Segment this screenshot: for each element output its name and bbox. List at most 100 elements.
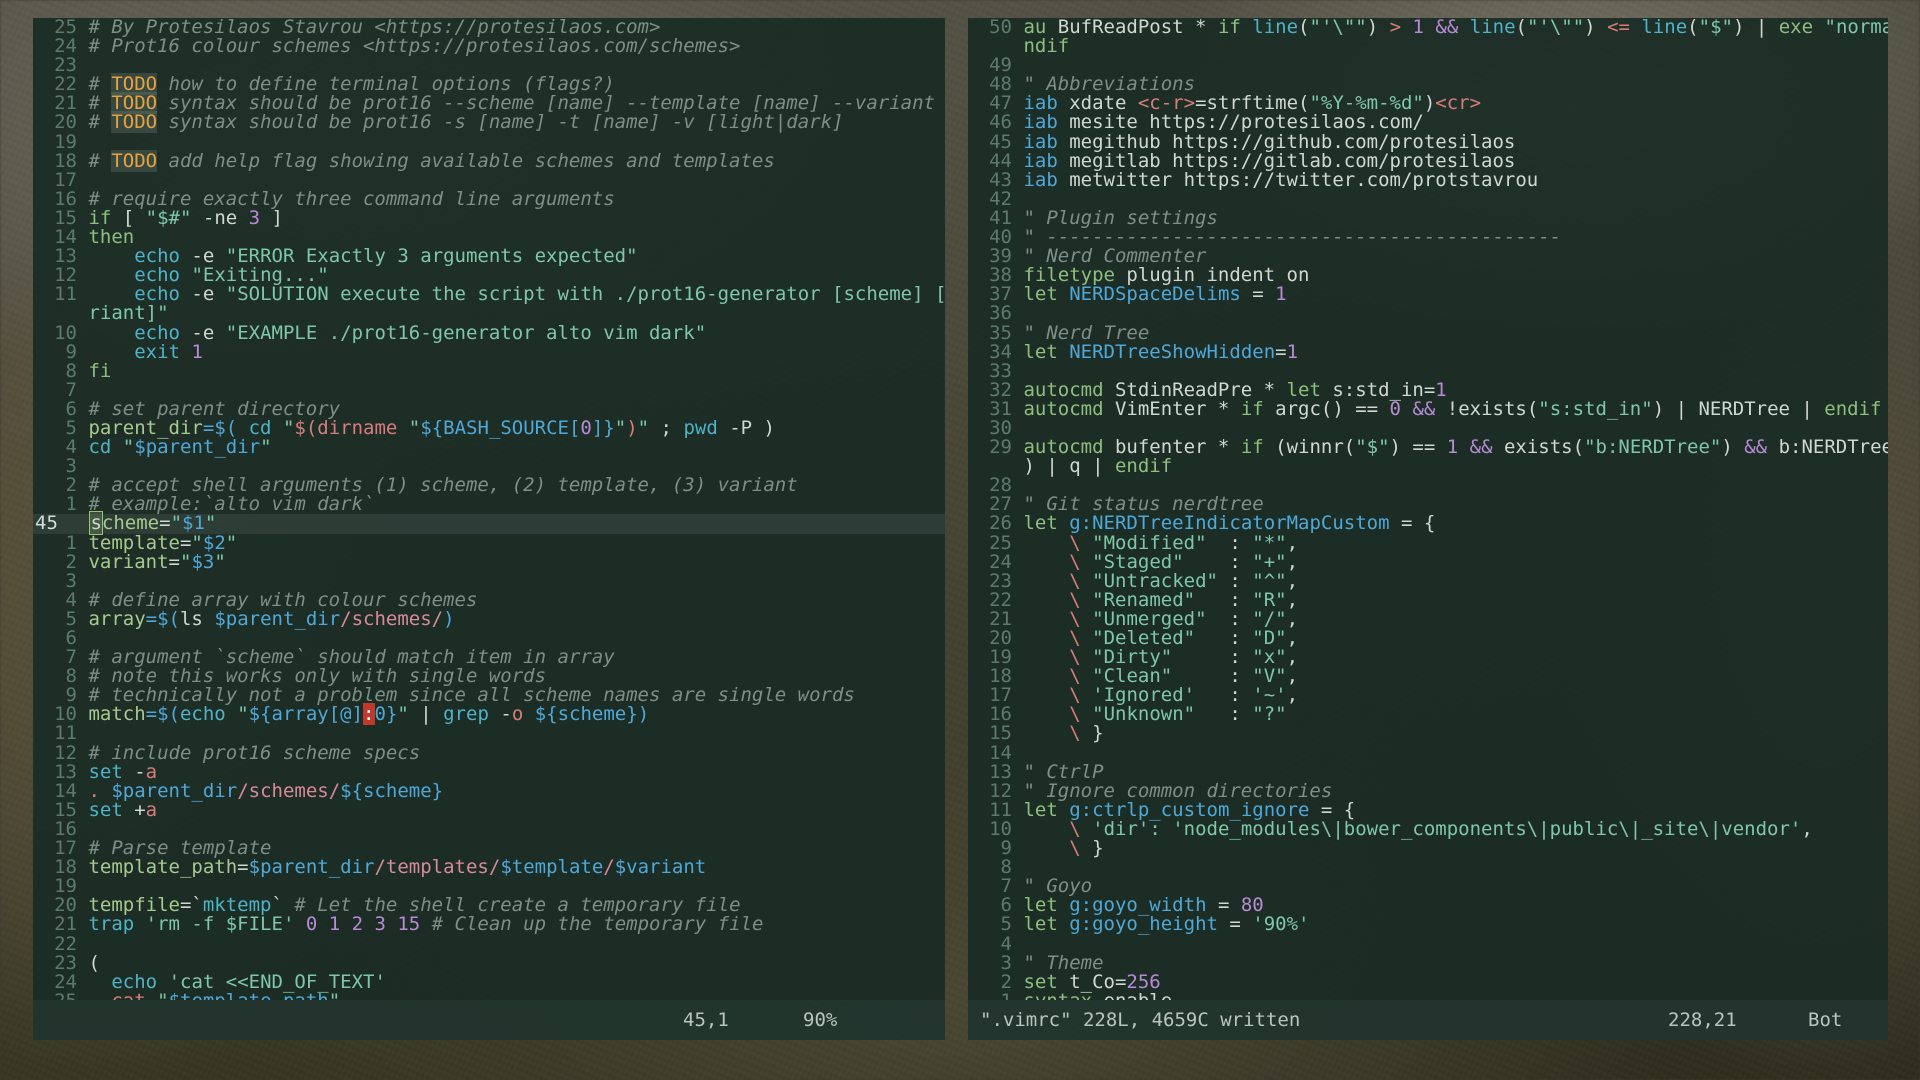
code-token: 'rm -f $FILE'	[145, 913, 295, 936]
line-number: 34	[989, 340, 1012, 363]
editor-line[interactable]: 18 # TODO add help flag showing availabl…	[33, 149, 945, 172]
code-token: "EXAMPLE ./prot16-generator alto vim dar…	[225, 321, 707, 344]
editor-line[interactable]: ) | q | endif	[968, 457, 1888, 476]
code-token: (	[1298, 18, 1310, 38]
editor-line[interactable]: 8 fi	[33, 361, 945, 381]
code-token: (	[1515, 18, 1527, 38]
line-number: 14	[989, 741, 1012, 764]
line-number: 13	[989, 760, 1012, 783]
editor-line[interactable]: 14	[968, 741, 1888, 764]
editor-line[interactable]: 43 iab metwitter https://twitter.com/pro…	[968, 170, 1888, 190]
line-number: 20	[54, 111, 77, 134]
editor-line[interactable]: 9 exit 1	[33, 342, 945, 362]
code-token: :	[363, 703, 375, 726]
line-number: 3	[1000, 951, 1012, 974]
editor-line[interactable]: 9 \ }	[968, 838, 1888, 858]
editor-line[interactable]: 8	[968, 858, 1888, 877]
editor-line[interactable]: ndif	[968, 37, 1888, 56]
line-code: syntax enable	[1012, 991, 1172, 1000]
editor-line[interactable]: 10 \ 'dir': 'node_modules\|bower_compone…	[968, 819, 1888, 839]
line-code: \ 'dir': 'node_modules\|bower_components…	[1012, 819, 1813, 839]
code-token: >	[1389, 18, 1402, 38]
vim-window-left[interactable]: 25 # By Protesilaos Stavrou <https://pro…	[33, 18, 945, 1040]
code-token: "b:NERDTree"	[1584, 436, 1722, 459]
code-token: }	[1080, 722, 1104, 745]
editor-line[interactable]: 20 # TODO syntax should be prot16 -s [na…	[33, 111, 945, 134]
code-token: "	[282, 416, 295, 439]
code-token: echo	[179, 703, 226, 726]
editor-line[interactable]: 18 template_path=$parent_dir/templates/$…	[33, 858, 945, 877]
code-token: NERDTreeShowHidden	[1069, 340, 1276, 363]
code-token: if	[1240, 397, 1264, 420]
code-token: '90%'	[1252, 913, 1310, 936]
code-token: <=	[1607, 18, 1630, 38]
statusline-left-percent: 90%	[803, 1009, 838, 1031]
code-token: &&	[1435, 18, 1459, 38]
line-number: 2	[65, 550, 77, 573]
code-token: -P )	[717, 416, 775, 439]
line-number: 1	[968, 991, 1012, 1000]
statusline-left: 45,1 90%	[33, 1000, 945, 1040]
editor-line[interactable]: 24 # Prot16 colour schemes <https://prot…	[33, 36, 945, 56]
code-token: $template	[500, 856, 604, 879]
code-token: "SOLUTION execute the script with ./prot…	[225, 283, 945, 306]
editor-line[interactable]: 37 let NERDSpaceDelims = 1	[968, 285, 1888, 304]
line-number: 23	[989, 569, 1012, 592]
editor-line[interactable]: 4 cd "$parent_dir"	[33, 436, 945, 458]
line-number: 24	[989, 550, 1012, 573]
code-token: "'\""	[1526, 18, 1585, 38]
editor-line[interactable]: 4	[968, 934, 1888, 954]
line-code: ) | q | endif	[1012, 457, 1172, 476]
editor-line[interactable]: 14 . $parent_dir/schemes/${scheme}	[33, 781, 945, 801]
code-token: $template_path	[169, 990, 329, 1000]
code-token: =$(	[145, 607, 180, 630]
code-token: grep	[443, 703, 489, 726]
line-number: 23	[54, 951, 77, 974]
line-number	[33, 304, 77, 323]
line-code: autocmd VimEnter * if argc() == 0 && !ex…	[1012, 397, 1881, 420]
line-number: 45	[989, 130, 1012, 153]
editor-line[interactable]: 5 let g:goyo_height = '90%'	[968, 915, 1888, 934]
code-token: -	[488, 703, 512, 726]
line-code: match=$(echo "${array[@]:0}" | grep -o $…	[77, 703, 650, 726]
editor-line[interactable]: 50 au BufReadPost * if line("'\"") > 1 &…	[968, 18, 1888, 37]
editor-line[interactable]: 11 echo -e "SOLUTION execute the script …	[33, 285, 945, 304]
editor-line[interactable]: 16 \ "Unknown" : "?"	[968, 705, 1888, 724]
editor-line[interactable]: 2 variant="$3"	[33, 550, 945, 573]
code-token: 1	[1286, 340, 1299, 363]
line-code: echo -e "SOLUTION execute the script wit…	[77, 285, 945, 304]
code-token: ,	[1286, 684, 1299, 707]
code-token: "	[614, 416, 627, 439]
editor-line[interactable]: 5 array=$(ls $parent_dir/schemes/)	[33, 607, 945, 630]
editor-buffer-prot16-generator[interactable]: 25 # By Protesilaos Stavrou <https://pro…	[33, 18, 945, 1000]
editor-line[interactable]: 12 # include prot16 scheme specs	[33, 741, 945, 764]
editor-line[interactable]: 22	[33, 934, 945, 954]
editor-line[interactable]: 31 autocmd VimEnter * if argc() == 0 && …	[968, 397, 1888, 420]
editor-line[interactable]: 15 if [ "$#" -ne 3 ]	[33, 208, 945, 228]
editor-line[interactable]: 10 match=$(echo "${array[@]:0}" | grep -…	[33, 703, 945, 726]
editor-line[interactable]: 15 \ }	[968, 724, 1888, 743]
code-token: |	[408, 703, 444, 726]
line-number: 15	[989, 722, 1012, 745]
editor-line[interactable]: 15 set +a	[33, 800, 945, 820]
line-code: let g:goyo_height = '90%'	[1012, 915, 1309, 934]
editor-line[interactable]: 1 syntax enable	[968, 991, 1888, 1000]
code-token: )	[637, 703, 650, 726]
editor-buffer-vimrc[interactable]: 50 au BufReadPost * if line("'\"") > 1 &…	[968, 18, 1888, 1000]
editor-line[interactable]: 34 let NERDTreeShowHidden=1	[968, 340, 1888, 363]
editor-line[interactable]: 21 trap 'rm -f $FILE' 0 1 2 3 15 # Clean…	[33, 915, 945, 934]
code-token: 1	[1412, 18, 1424, 38]
editor-line[interactable]: 25 cat "$template_path"	[33, 990, 945, 1000]
code-token: =	[237, 856, 249, 879]
vim-window-right[interactable]: 50 au BufReadPost * if line("'\"") > 1 &…	[968, 18, 1888, 1040]
line-number: 12	[54, 741, 77, 764]
